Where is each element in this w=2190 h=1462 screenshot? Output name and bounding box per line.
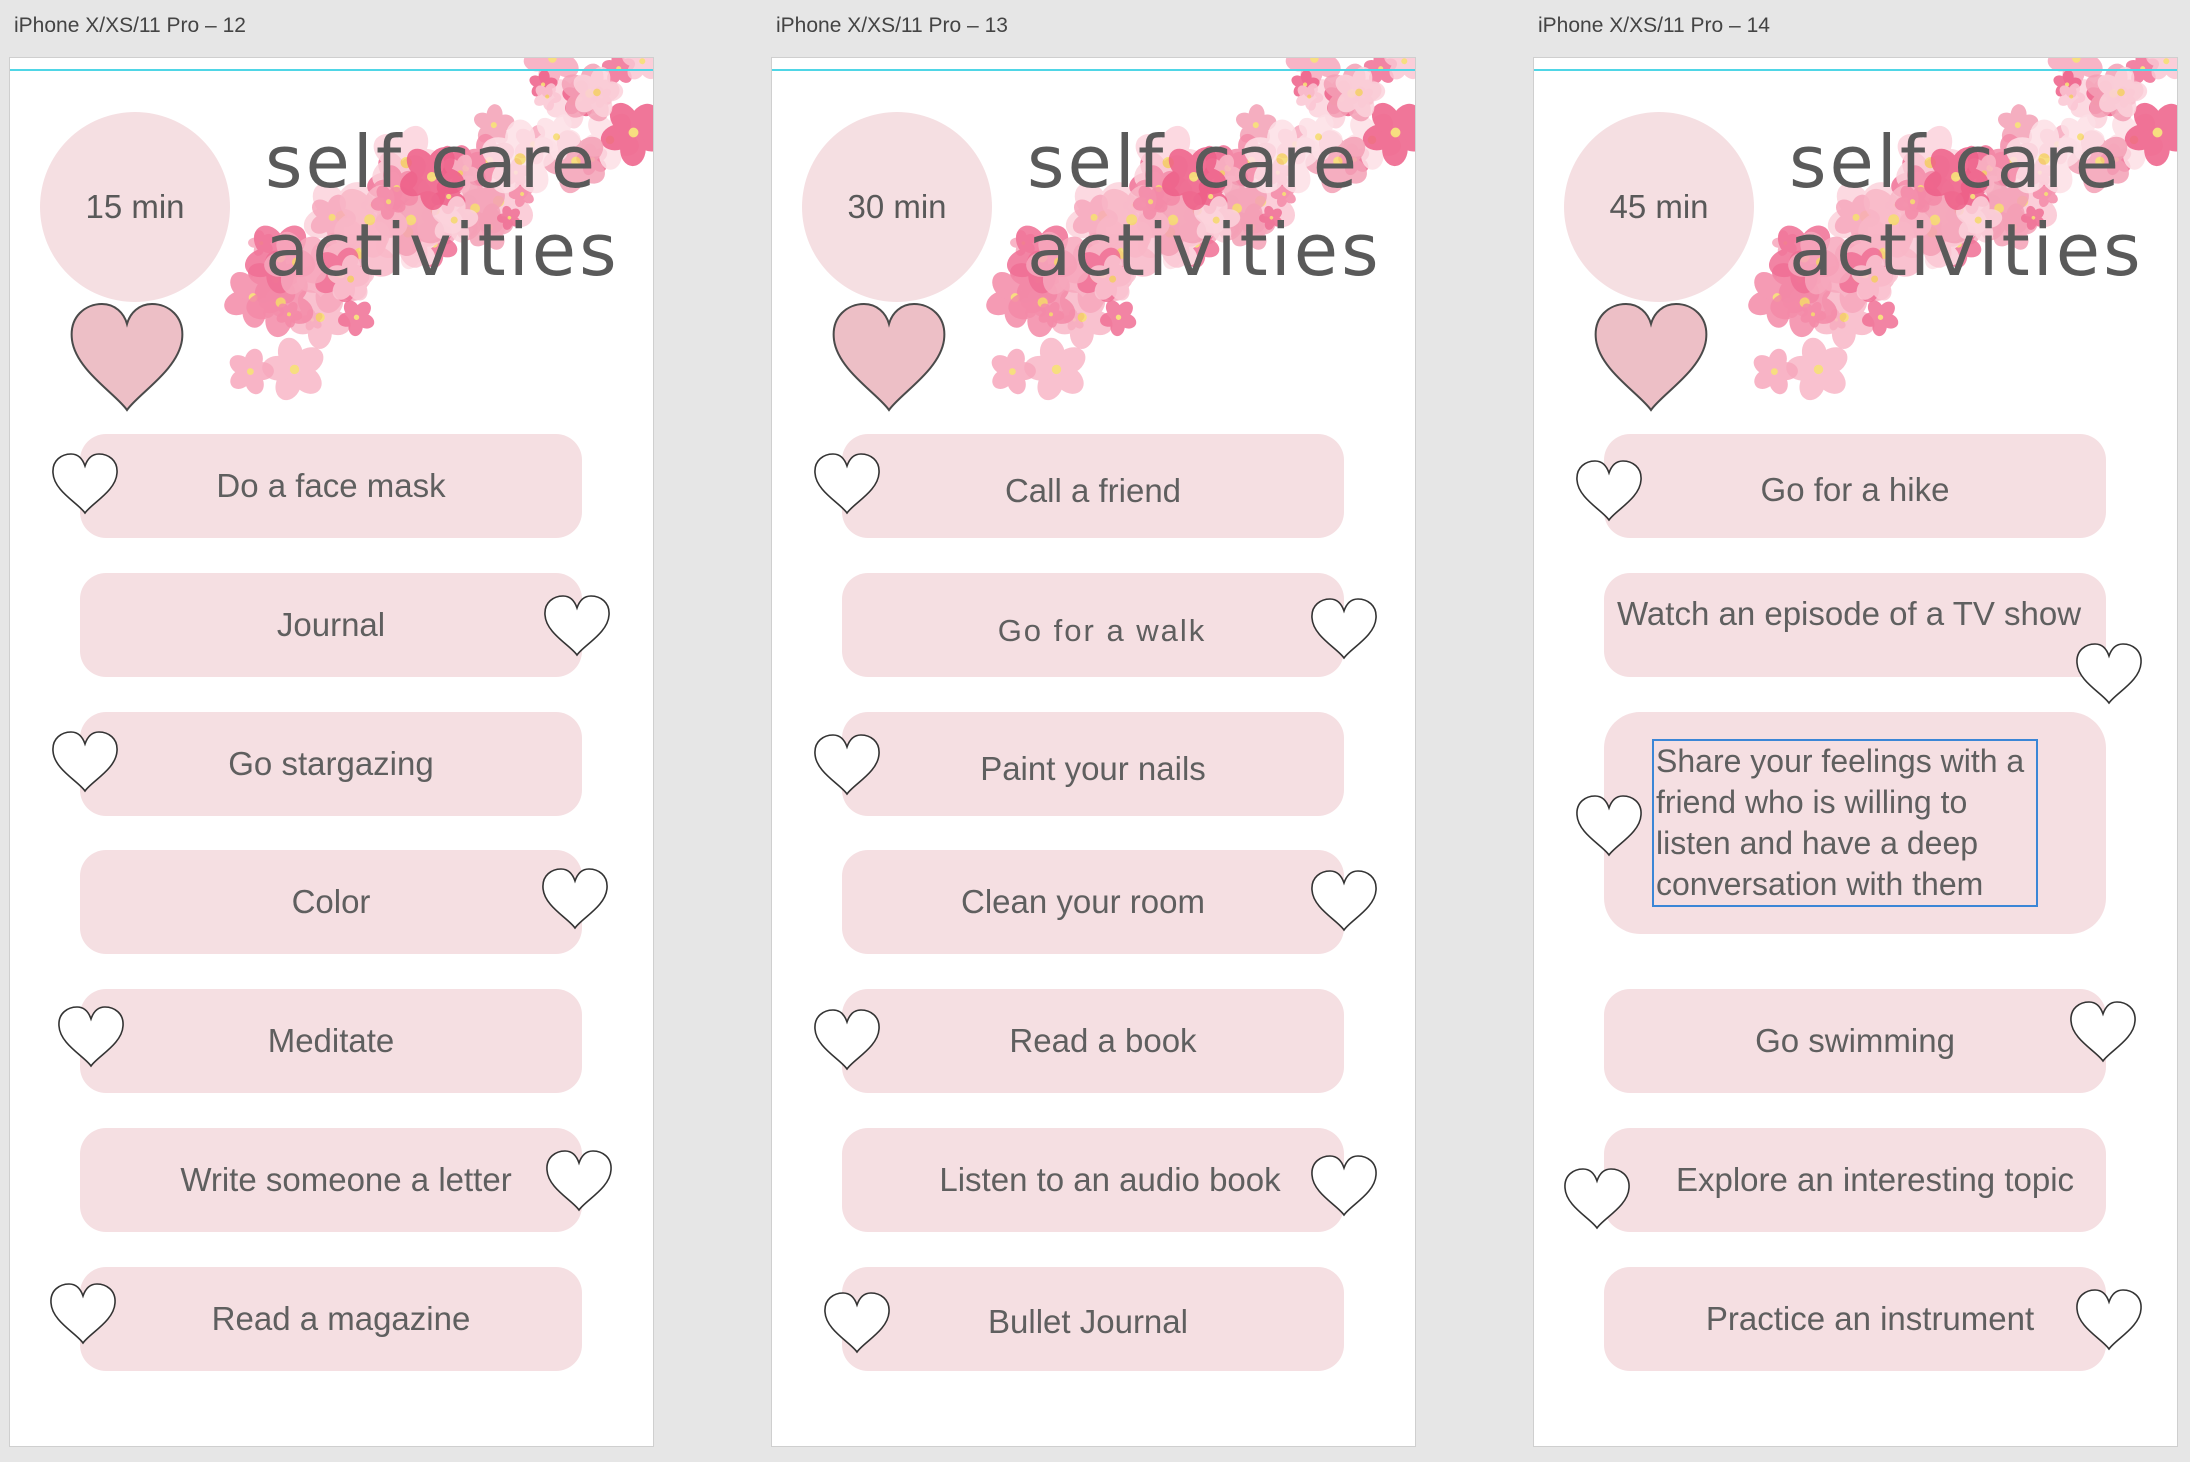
activity-label: Go swimming [1755, 1022, 1955, 1059]
heart-icon[interactable] [1562, 1166, 1632, 1232]
activity-label: Paint your nails [980, 750, 1206, 787]
activity-button[interactable]: Meditate [80, 989, 582, 1093]
activity-label: Read a magazine [211, 1300, 471, 1337]
favorite-heart-icon[interactable] [1592, 302, 1710, 414]
heart-icon[interactable] [56, 1004, 126, 1070]
artboard-13[interactable]: 30 min self care activities Call a frien… [771, 57, 1416, 1447]
title-line-2: activities [265, 208, 620, 292]
guide-line [10, 69, 653, 71]
activity-button[interactable]: Go for a hike [1604, 434, 2106, 538]
heart-icon[interactable] [540, 866, 610, 932]
heart-icon[interactable] [48, 1281, 118, 1347]
title-line-2: activities [1027, 208, 1382, 292]
heart-icon[interactable] [812, 451, 882, 517]
activity-button[interactable]: Do a face mask [80, 434, 582, 538]
heart-icon[interactable] [1309, 1153, 1379, 1219]
activity-button[interactable]: Journal [80, 573, 582, 677]
activity-label: Watch an episode of a TV show [1617, 595, 2082, 632]
activity-label: Listen to an audio book [939, 1161, 1281, 1198]
activity-button[interactable]: Read a book [842, 989, 1344, 1093]
heart-icon[interactable] [2068, 999, 2138, 1065]
activity-label: Color [291, 883, 371, 920]
activity-label: Go for a walk [997, 613, 1207, 648]
guide-line [1534, 69, 2177, 71]
artboard-14[interactable]: 45 min self care activities Go for a hik… [1533, 57, 2178, 1447]
activity-button[interactable]: Go swimming [1604, 989, 2106, 1093]
heart-icon[interactable] [812, 1007, 882, 1073]
heart-icon[interactable] [50, 729, 120, 795]
title-line-1: self care [265, 120, 599, 204]
activity-label: Do a face mask [216, 467, 446, 504]
heart-icon[interactable] [2074, 1287, 2144, 1353]
favorite-heart-icon[interactable] [68, 302, 186, 414]
activity-label: Go stargazing [228, 745, 434, 782]
artboard-label-12[interactable]: iPhone X/XS/11 Pro – 12 [14, 14, 246, 38]
heart-icon[interactable] [1574, 458, 1644, 524]
activity-button[interactable]: Share your feelings with a friend who is… [1604, 712, 2106, 934]
activity-label: Clean your room [961, 883, 1205, 920]
heart-icon[interactable] [2074, 641, 2144, 707]
favorite-heart-icon[interactable] [830, 302, 948, 414]
activity-button[interactable]: Paint your nails [842, 712, 1344, 816]
activity-button[interactable]: Clean your room [842, 850, 1344, 954]
heart-icon[interactable] [1574, 793, 1644, 859]
heart-icon[interactable] [1309, 868, 1379, 934]
activity-button[interactable]: Explore an interesting topic [1604, 1128, 2106, 1232]
activity-button[interactable]: Watch an episode of a TV show [1604, 573, 2106, 677]
activity-label: Practice an instrument [1705, 1300, 2035, 1337]
activity-label: Write someone a letter [180, 1161, 512, 1198]
activity-label: Read a book [1009, 1022, 1197, 1059]
activity-button[interactable]: Practice an instrument [1604, 1267, 2106, 1371]
guide-line [772, 69, 1415, 71]
activity-label-selected[interactable]: Share your feelings with a friend who is… [1652, 739, 2038, 907]
title-line-1: self care [1789, 120, 2123, 204]
activity-button[interactable]: Call a friend [842, 434, 1344, 538]
heart-icon[interactable] [822, 1290, 892, 1356]
activity-label: Call a friend [1004, 472, 1182, 509]
activity-button[interactable]: Color [80, 850, 582, 954]
activity-label: Explore an interesting topic [1675, 1161, 2075, 1198]
artboard-label-13[interactable]: iPhone X/XS/11 Pro – 13 [776, 14, 1008, 38]
activity-label: Journal [276, 606, 386, 643]
time-badge[interactable]: 15 min [40, 112, 230, 302]
activity-button[interactable]: Listen to an audio book [842, 1128, 1344, 1232]
activity-button[interactable]: Bullet Journal [842, 1267, 1344, 1371]
activity-button[interactable]: Read a magazine [80, 1267, 582, 1371]
heart-icon[interactable] [1309, 596, 1379, 662]
activity-button[interactable]: Write someone a letter [80, 1128, 582, 1232]
activity-label: Bullet Journal [988, 1303, 1188, 1340]
heart-icon[interactable] [812, 732, 882, 798]
page-title: self care activities [1789, 118, 2144, 294]
title-line-2: activities [1789, 208, 2144, 292]
artboard-12[interactable]: 15 min self care activities Do a face ma… [9, 57, 654, 1447]
activity-button[interactable]: Go stargazing [80, 712, 582, 816]
heart-icon[interactable] [542, 593, 612, 659]
title-line-1: self care [1027, 120, 1361, 204]
activity-label: Meditate [267, 1022, 395, 1059]
activity-label: Go for a hike [1760, 471, 1950, 508]
time-badge[interactable]: 30 min [802, 112, 992, 302]
heart-icon[interactable] [544, 1148, 614, 1214]
page-title: self care activities [265, 118, 620, 294]
artboard-label-14[interactable]: iPhone X/XS/11 Pro – 14 [1538, 14, 1770, 38]
heart-icon[interactable] [50, 451, 120, 517]
activity-button[interactable]: Go for a walk [842, 573, 1344, 677]
page-title: self care activities [1027, 118, 1382, 294]
time-badge[interactable]: 45 min [1564, 112, 1754, 302]
